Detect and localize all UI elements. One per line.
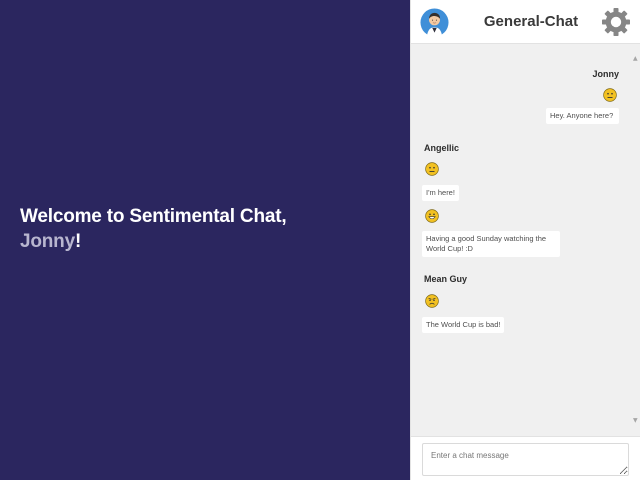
welcome-username: Jonny [20,231,75,252]
message-bubble: The World Cup is bad! [422,317,505,333]
happy-face-icon [425,209,439,223]
chat-message-input[interactable] [422,443,629,476]
user-avatar-icon[interactable] [420,8,449,37]
chat-header: General-Chat [411,0,640,44]
message-sender: Angellic [424,143,460,153]
message-sender: Mean Guy [424,274,468,284]
message-composer [411,436,640,480]
neutral-face-icon [425,162,439,176]
welcome-prefix: Welcome to Sentimental Chat, [20,206,287,227]
message-bubble: Having a good Sunday watching the World … [422,231,560,257]
room-title: General-Chat [483,13,579,30]
welcome-panel: Welcome to Sentimental Chat, Jonny! [0,0,410,480]
message-bubble: I'm here! [422,185,459,201]
chat-panel: General-Chat ▲ Jonny Hey. Anyone here? A… [410,0,640,480]
welcome-message: Welcome to Sentimental Chat, Jonny! [20,204,400,254]
welcome-suffix: ! [74,231,82,252]
angry-face-icon [425,294,439,308]
scroll-up-arrow-icon[interactable]: ▲ [633,56,639,62]
message-list[interactable]: ▲ Jonny Hey. Anyone here? Angellic I'm h… [411,44,640,436]
neutral-face-icon [603,88,617,102]
message-sender: Jonny [592,69,619,79]
gear-icon[interactable] [600,6,632,38]
message-bubble: Hey. Anyone here? [546,108,619,124]
scroll-down-arrow-icon[interactable]: ▼ [633,418,639,424]
